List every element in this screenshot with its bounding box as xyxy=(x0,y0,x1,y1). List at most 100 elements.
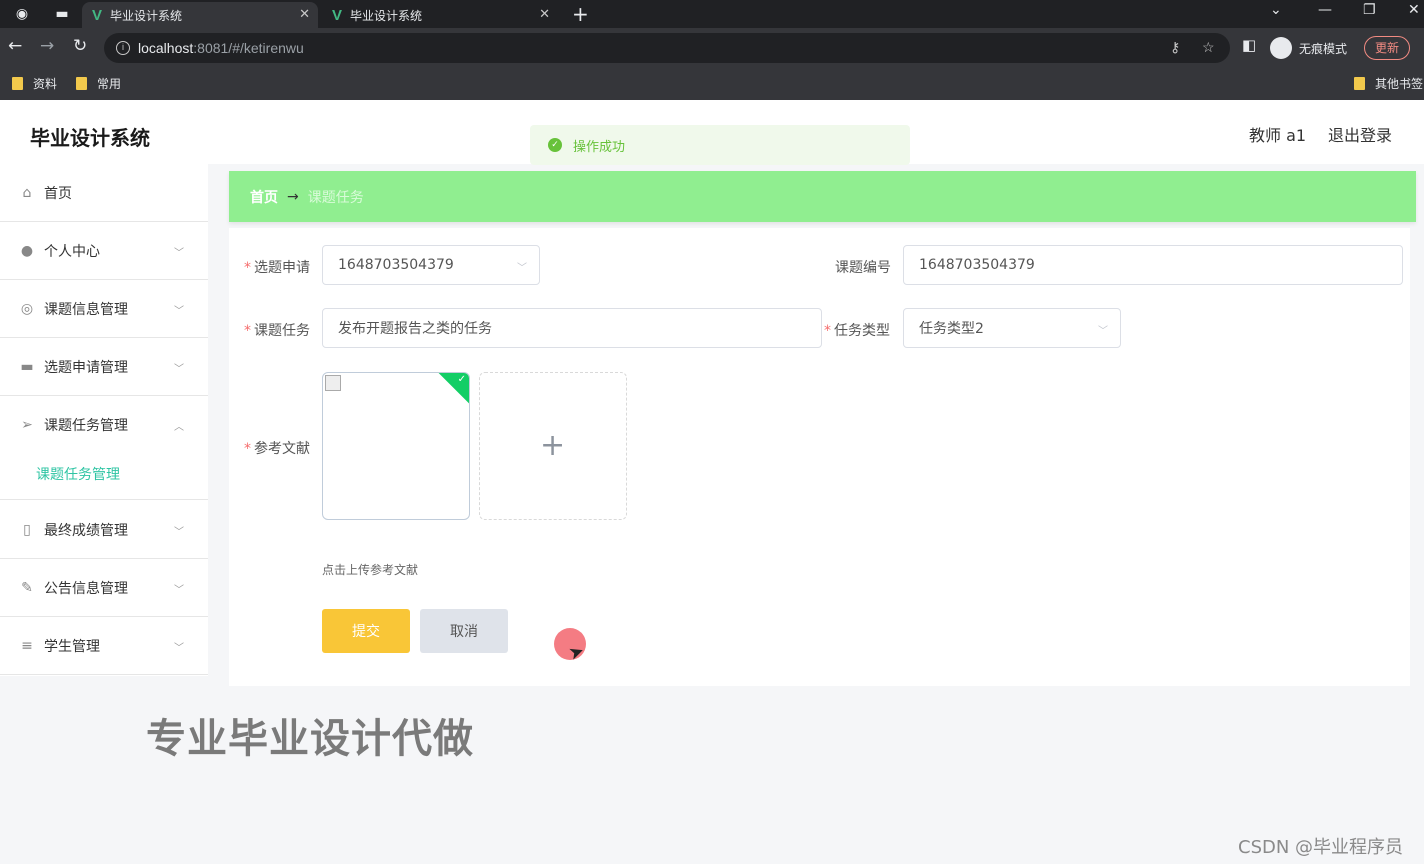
bookmark-label: 常用 xyxy=(97,77,122,91)
check-icon: ✓ xyxy=(457,374,466,385)
sidebar-item-selection[interactable]: ▬ 选题申请管理 ﹀ xyxy=(0,338,208,396)
sidebar-item-home[interactable]: ⌂ 首页 xyxy=(0,164,208,222)
incognito-label: 无痕模式 xyxy=(1299,41,1348,56)
submenu-item-tasks[interactable]: 课题任务管理 xyxy=(0,448,208,500)
user-label: 教师 a1 xyxy=(1249,126,1307,145)
sidebar-item-grades[interactable]: ▯ 最终成绩管理 ﹀ xyxy=(0,501,208,559)
star-icon[interactable]: ☆ xyxy=(1202,39,1215,56)
watermark-text: 专业毕业设计代做 xyxy=(146,716,474,762)
url-path: :8081/#/ketirenwu xyxy=(193,40,304,56)
sidebar-item-label: 公告信息管理 xyxy=(44,580,128,597)
sidebar-item-notice[interactable]: ✎ 公告信息管理 ﹀ xyxy=(0,559,208,617)
keti-no-label: 课题编号 xyxy=(835,260,891,276)
sidebar: ⌂ 首页 ● 个人中心 ﹀ ◎ 课题信息管理 ﹀ ▬ 选题申请管理 ﹀ ➢ 课题… xyxy=(0,164,208,676)
url-input[interactable]: i localhost:8081/#/ketirenwu ⚷ ☆ xyxy=(104,33,1230,63)
sidepanel-icon[interactable]: ◧ xyxy=(1242,36,1256,54)
uploaded-file-card[interactable]: ✓ xyxy=(322,372,470,520)
xuanti-select[interactable]: 1648703504379 ﹀ xyxy=(322,245,540,285)
upload-add-button[interactable]: + xyxy=(479,372,627,520)
type-label: * 任务类型 xyxy=(824,323,890,339)
minimize-icon[interactable]: — xyxy=(1318,2,1332,18)
update-button[interactable]: 更新 xyxy=(1364,36,1411,60)
tab-title: 毕业设计系统 xyxy=(350,8,423,23)
tab-search-icon[interactable]: ▬ xyxy=(50,4,74,24)
other-bookmarks[interactable]: 其他书签 xyxy=(1354,75,1423,92)
watermark-credit: CSDN @毕业程序员 xyxy=(1238,837,1404,858)
sidebar-item-topic-info[interactable]: ◎ 课题信息管理 ﹀ xyxy=(0,280,208,338)
key-icon[interactable]: ⚷ xyxy=(1170,39,1180,56)
reload-icon[interactable]: ↻ xyxy=(73,36,87,56)
success-toast: ✓ 操作成功 xyxy=(530,125,910,165)
bookmark-label: 资料 xyxy=(33,77,58,91)
user-icon: ● xyxy=(20,242,34,259)
mic-icon: ▯ xyxy=(23,521,31,538)
other-bookmarks-label: 其他书签 xyxy=(1375,77,1424,91)
breadcrumb: 首页 → 课题任务 xyxy=(229,171,1416,222)
submit-button[interactable]: 提交 xyxy=(322,609,410,653)
tab-title: 毕业设计系统 xyxy=(110,8,183,23)
chevron-down-icon: ﹀ xyxy=(1098,326,1108,337)
close-icon[interactable]: ✕ xyxy=(539,7,550,22)
toast-message: 操作成功 xyxy=(573,139,626,155)
sidebar-item-label: 课题信息管理 xyxy=(44,301,128,318)
chevron-down-icon: ﹀ xyxy=(174,585,184,596)
vue-logo-icon: V xyxy=(332,6,343,24)
keti-no-input[interactable]: 1648703504379 xyxy=(903,245,1403,285)
send-icon: ➢ xyxy=(21,417,33,433)
back-icon[interactable]: ← xyxy=(8,36,22,56)
xuanti-value: 1648703504379 xyxy=(338,257,454,273)
sidebar-item-profile[interactable]: ● 个人中心 ﹀ xyxy=(0,222,208,280)
chevron-down-icon: ﹀ xyxy=(517,263,527,274)
upload-tip: 点击上传参考文献 xyxy=(322,563,419,577)
vue-logo-icon: V xyxy=(92,6,103,24)
bookmark-folder[interactable]: 资料 xyxy=(12,75,57,92)
chevron-up-icon: ︿ xyxy=(174,422,184,433)
browser-tab-active[interactable]: V 毕业设计系统 ✕ xyxy=(82,2,318,28)
sidebar-item-label: 最终成绩管理 xyxy=(44,522,128,539)
type-select[interactable]: 任务类型2 ﹀ xyxy=(903,308,1121,348)
browser-tab[interactable]: V 毕业设计系统 ✕ xyxy=(322,2,558,28)
renwu-label: * 课题任务 xyxy=(244,323,310,339)
close-icon[interactable]: ✕ xyxy=(299,7,310,22)
forward-icon[interactable]: → xyxy=(40,36,54,56)
logout-link[interactable]: 退出登录 xyxy=(1328,122,1392,146)
list-icon: ≡ xyxy=(21,637,33,654)
sidebar-item-label: 首页 xyxy=(44,185,72,202)
chevron-down-icon: ﹀ xyxy=(174,527,184,538)
monitor-icon: ▬ xyxy=(20,358,34,375)
cancel-button[interactable]: 取消 xyxy=(420,609,508,653)
pen-icon: ✎ xyxy=(21,579,33,596)
type-value: 任务类型2 xyxy=(919,321,984,337)
tab-list-icon[interactable]: ⌄ xyxy=(1270,2,1282,18)
restore-icon[interactable]: ❐ xyxy=(1363,2,1376,18)
chevron-down-icon: ﹀ xyxy=(174,248,184,259)
sidebar-item-label: 选题申请管理 xyxy=(44,359,128,376)
incognito-icon xyxy=(1270,37,1292,59)
sidebar-item-students[interactable]: ≡ 学生管理 ﹀ xyxy=(0,617,208,675)
renwu-value: 发布开题报告之类的任务 xyxy=(338,321,492,337)
new-tab-icon[interactable]: + xyxy=(572,2,589,26)
success-check-icon: ✓ xyxy=(548,138,562,152)
sidebar-item-label: 个人中心 xyxy=(44,243,100,260)
info-icon[interactable]: i xyxy=(116,41,130,55)
plus-icon: + xyxy=(540,428,566,463)
folder-icon xyxy=(1354,77,1365,90)
breadcrumb-current: 课题任务 xyxy=(307,189,364,206)
folder-icon xyxy=(76,77,87,90)
globe-icon[interactable]: ◉ xyxy=(10,4,34,24)
browser-tab-bar: ◉ ▬ V 毕业设计系统 ✕ V 毕业设计系统 ✕ + ⌄ — ❐ ✕ xyxy=(0,0,1424,28)
circle-icon: ◎ xyxy=(20,300,34,317)
renwu-input[interactable]: 发布开题报告之类的任务 xyxy=(322,308,822,348)
chevron-down-icon: ﹀ xyxy=(174,364,184,375)
address-bar-row: ← → ↻ i localhost:8081/#/ketirenwu ⚷ ☆ ◧… xyxy=(0,28,1424,68)
sidebar-item-label: 课题任务管理 xyxy=(44,418,128,434)
bookmark-folder[interactable]: 常用 xyxy=(76,75,121,92)
chevron-down-icon: ﹀ xyxy=(174,306,184,317)
breadcrumb-home[interactable]: 首页 xyxy=(250,187,278,207)
chevron-down-icon: ﹀ xyxy=(174,643,184,654)
broken-image-icon xyxy=(325,375,341,391)
window-close-icon[interactable]: ✕ xyxy=(1408,2,1420,18)
sidebar-item-tasks[interactable]: ➢ 课题任务管理 ︿ xyxy=(0,396,208,454)
app-title: 毕业设计系统 xyxy=(30,126,150,150)
incognito-indicator[interactable]: 无痕模式 xyxy=(1270,37,1347,59)
